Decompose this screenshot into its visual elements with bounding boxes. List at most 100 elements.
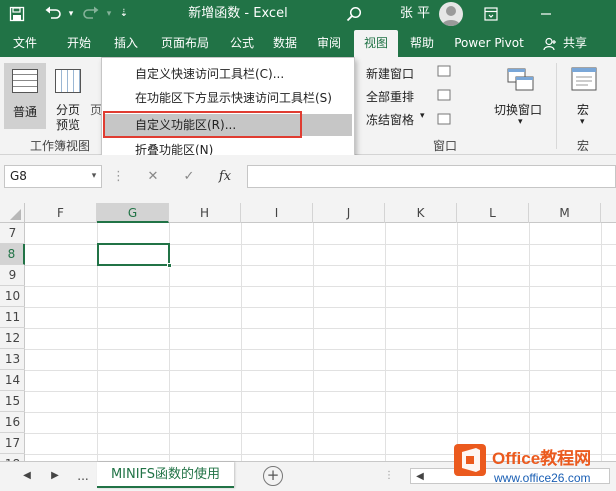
select-all-corner[interactable] bbox=[0, 203, 25, 223]
undo-dropdown-icon[interactable]: ▾ bbox=[66, 0, 76, 28]
minimize-icon[interactable] bbox=[540, 0, 562, 28]
group-label-workbook-views: 工作簿视图 bbox=[29, 139, 90, 153]
row-header[interactable]: 14 bbox=[0, 370, 25, 391]
window-title: 新增函数 - Excel bbox=[188, 6, 288, 21]
watermark: Office教程网 www.office26.com bbox=[450, 432, 616, 488]
normal-view-button[interactable]: 普通 bbox=[4, 63, 46, 129]
freeze-panes-button[interactable]: 冻结窗格 ▾ bbox=[352, 111, 432, 127]
customize-qat-icon[interactable]: ⇣ bbox=[117, 0, 131, 28]
column-header[interactable]: J bbox=[313, 203, 385, 223]
worksheet-grid[interactable]: F G H I J K L M 7 8 9 10 11 12 13 14 15 … bbox=[0, 203, 616, 461]
column-header[interactable]: M bbox=[529, 203, 601, 223]
gridline bbox=[25, 307, 616, 308]
formula-input[interactable] bbox=[247, 165, 616, 188]
sheet-tab-active[interactable]: MINIFS函数的使用 bbox=[97, 462, 234, 488]
ribbon-context-menu: 自定义快速访问工具栏(C)... 在功能区下方显示快速访问工具栏(S) 自定义功… bbox=[101, 57, 355, 162]
gridline bbox=[25, 412, 616, 413]
undo-icon[interactable] bbox=[44, 0, 66, 28]
group-label-macros: 宏 bbox=[576, 139, 589, 153]
watermark-url: www.office26.com bbox=[493, 471, 591, 485]
next-sheet-icon[interactable]: ▶ bbox=[48, 468, 62, 484]
page-break-preview-button[interactable]: 分页 预览 bbox=[50, 63, 86, 132]
column-header[interactable]: I bbox=[241, 203, 313, 223]
share-icon[interactable] bbox=[542, 30, 558, 57]
row-header[interactable]: 11 bbox=[0, 307, 25, 328]
selected-cell-g8[interactable] bbox=[97, 243, 172, 268]
gridline bbox=[25, 349, 616, 350]
tab-home[interactable]: 开始 bbox=[56, 30, 102, 57]
save-icon[interactable] bbox=[9, 0, 29, 28]
title-bar: ▾ ▾ ⇣ 新增函数 - Excel 张 平 bbox=[0, 0, 616, 28]
redo-icon[interactable] bbox=[82, 0, 104, 28]
tab-insert[interactable]: 插入 bbox=[104, 30, 148, 57]
add-sheet-icon[interactable]: + bbox=[263, 466, 283, 486]
tab-formulas[interactable]: 公式 bbox=[222, 30, 262, 57]
search-icon[interactable] bbox=[346, 0, 368, 28]
switch-windows-label: 切换窗口 bbox=[494, 103, 543, 117]
row-header[interactable]: 18 bbox=[0, 454, 25, 461]
row-header-selected[interactable]: 8 bbox=[0, 244, 25, 265]
row-header[interactable]: 16 bbox=[0, 412, 25, 433]
column-header[interactable]: H bbox=[169, 203, 241, 223]
menu-item-show-qat-below[interactable]: 在功能区下方显示快速访问工具栏(S) bbox=[105, 87, 352, 109]
gridline bbox=[457, 223, 458, 461]
tab-view[interactable]: 视图 bbox=[354, 30, 398, 57]
avatar[interactable] bbox=[439, 2, 463, 26]
column-header-selected[interactable]: G bbox=[97, 203, 169, 223]
arrange-all-button[interactable]: 全部重排 bbox=[352, 88, 430, 104]
tab-data[interactable]: 数据 bbox=[264, 30, 306, 57]
switch-windows-button[interactable]: 切换窗口 ▾ bbox=[492, 63, 550, 133]
gridline bbox=[25, 391, 616, 392]
ribbon-tabs: 文件 开始 插入 页面布局 公式 数据 审阅 视图 帮助 Power Pivot… bbox=[0, 28, 616, 57]
gridline bbox=[601, 223, 602, 461]
tab-share[interactable]: 共享 bbox=[558, 30, 592, 57]
row-header[interactable]: 17 bbox=[0, 433, 25, 454]
column-header[interactable]: K bbox=[385, 203, 457, 223]
tab-review[interactable]: 审阅 bbox=[308, 30, 350, 57]
enter-icon[interactable]: ✓ bbox=[178, 165, 200, 188]
user-name[interactable]: 张 平 bbox=[395, 0, 435, 28]
redo-dropdown-icon[interactable]: ▾ bbox=[104, 0, 114, 28]
window-mini-icons bbox=[436, 63, 456, 135]
macros-dropdown-icon: ▾ bbox=[580, 117, 585, 127]
row-header[interactable]: 10 bbox=[0, 286, 25, 307]
cancel-icon[interactable]: ✕ bbox=[142, 165, 164, 188]
gridline bbox=[241, 223, 242, 461]
row-header[interactable]: 13 bbox=[0, 349, 25, 370]
prev-sheet-icon[interactable]: ◀ bbox=[20, 468, 34, 484]
gridline bbox=[529, 223, 530, 461]
tab-help[interactable]: 帮助 bbox=[400, 30, 444, 57]
scroll-left-icon[interactable]: ◀ bbox=[413, 469, 427, 485]
menu-item-customize-qat[interactable]: 自定义快速访问工具栏(C)... bbox=[105, 63, 352, 85]
tab-power-pivot[interactable]: Power Pivot bbox=[448, 30, 530, 57]
page-break-label-2: 预览 bbox=[56, 118, 81, 132]
macros-button[interactable]: 宏 ▾ bbox=[562, 63, 606, 133]
row-header[interactable]: 7 bbox=[0, 223, 25, 244]
watermark-graphic: Office教程网 www.office26.com bbox=[454, 444, 591, 485]
new-window-button[interactable]: 新建窗口 bbox=[358, 65, 430, 81]
freeze-panes-label: 冻结窗格 bbox=[366, 113, 415, 127]
insert-function-icon[interactable]: fx bbox=[214, 165, 236, 188]
row-header[interactable]: 15 bbox=[0, 391, 25, 412]
row-header[interactable]: 12 bbox=[0, 328, 25, 349]
macro-icon bbox=[571, 67, 597, 91]
arrange-all-label: 全部重排 bbox=[366, 90, 415, 104]
group-label-window: 窗口 bbox=[432, 139, 457, 153]
highlight-annotation-box bbox=[103, 111, 302, 138]
gridline bbox=[385, 223, 386, 461]
column-header[interactable]: F bbox=[25, 203, 97, 223]
tab-file[interactable]: 文件 bbox=[2, 30, 48, 57]
name-box-dropdown-icon[interactable]: ▾ bbox=[88, 165, 100, 188]
normal-view-label: 普通 bbox=[13, 105, 38, 119]
tab-splitter-icon[interactable]: ⋮ bbox=[384, 468, 394, 484]
fill-handle[interactable] bbox=[167, 263, 172, 268]
switch-windows-icon bbox=[507, 68, 534, 91]
watermark-brand: Office教程网 bbox=[492, 448, 591, 468]
column-header[interactable]: L bbox=[457, 203, 529, 223]
ribbon-display-icon[interactable] bbox=[484, 0, 506, 28]
more-sheets-ellipsis[interactable]: ... bbox=[74, 468, 92, 484]
gridline bbox=[313, 223, 314, 461]
row-header[interactable]: 9 bbox=[0, 265, 25, 286]
switch-windows-dropdown-icon: ▾ bbox=[518, 117, 523, 127]
tab-page-layout[interactable]: 页面布局 bbox=[150, 30, 220, 57]
